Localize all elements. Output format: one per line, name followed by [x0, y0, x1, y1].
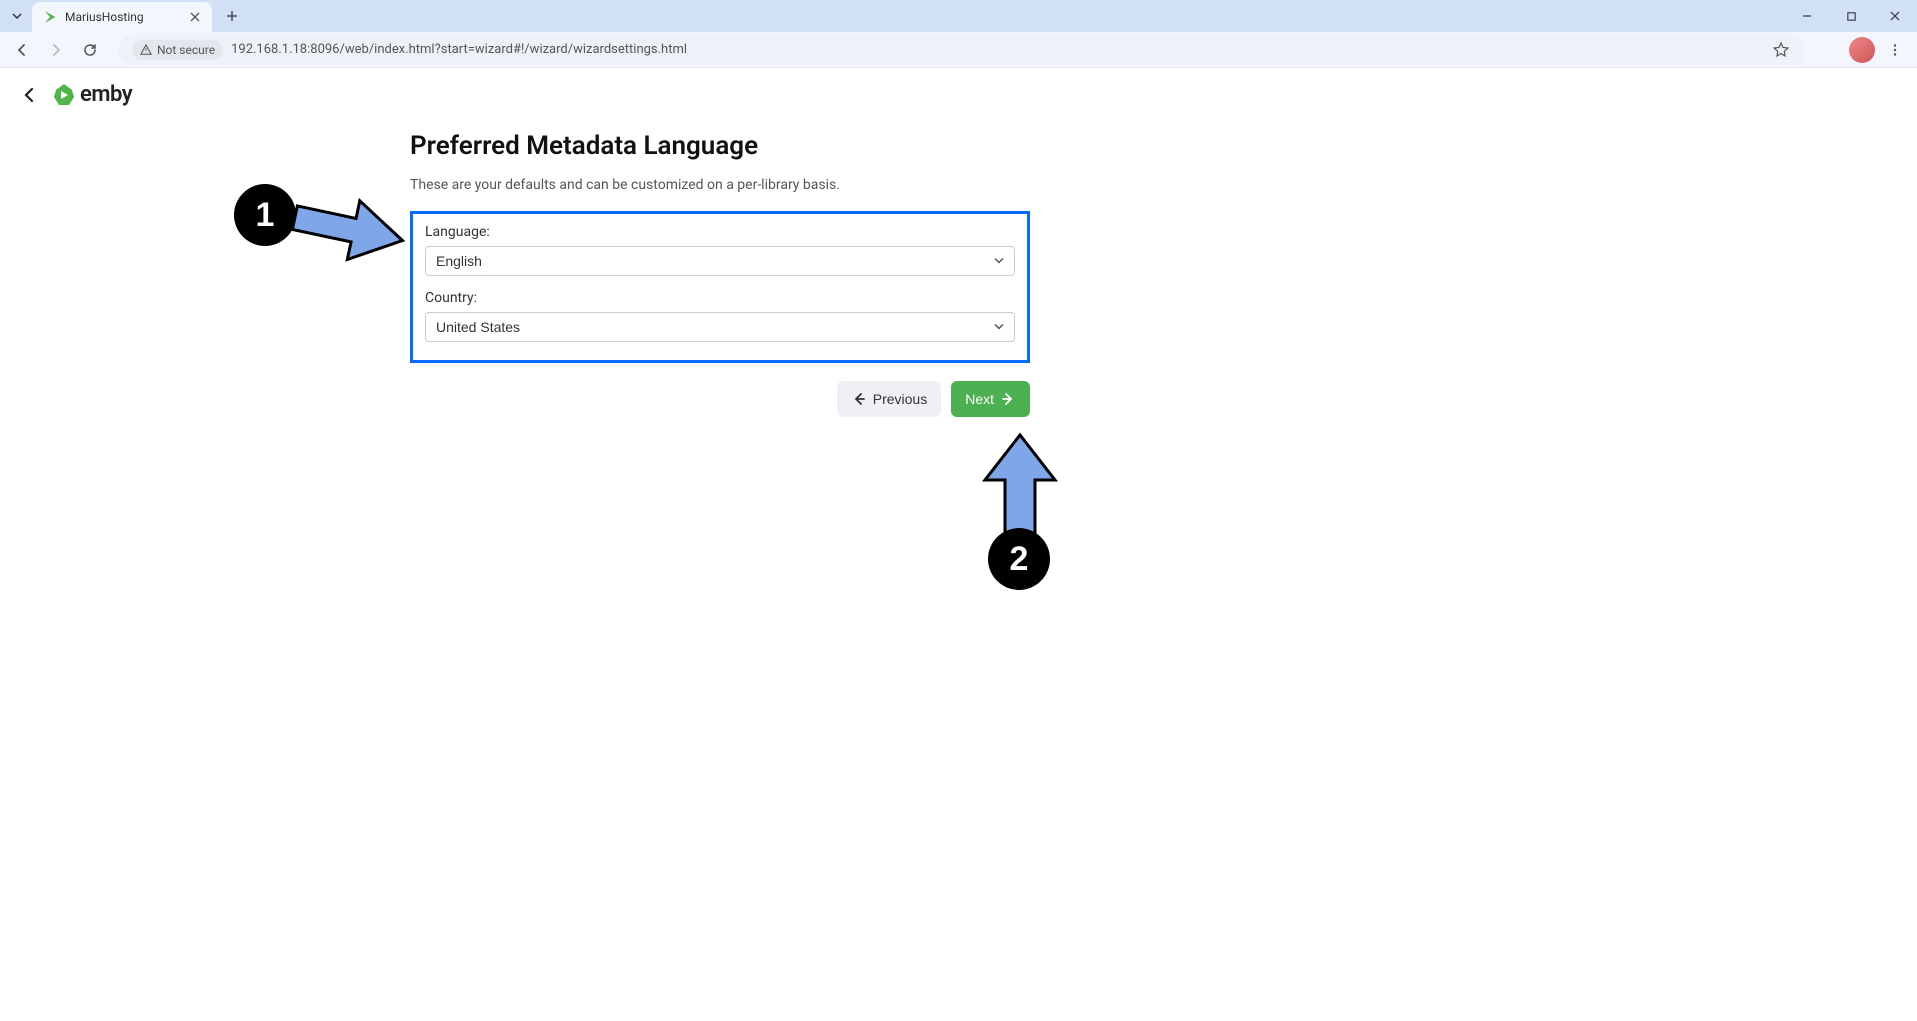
language-label: Language:	[425, 224, 1015, 240]
language-field-group: Language: English	[425, 224, 1015, 276]
window-minimize-button[interactable]	[1785, 0, 1829, 32]
page-content: emby Preferred Metadata Language These a…	[0, 68, 1917, 1021]
annotation-step-1: 1	[234, 176, 414, 280]
nav-back-button[interactable]	[8, 36, 36, 64]
previous-label: Previous	[873, 391, 927, 407]
emby-logo[interactable]: emby	[52, 82, 132, 107]
tab-list-dropdown[interactable]	[8, 7, 26, 25]
wizard-actions: Previous Next	[410, 381, 1030, 417]
url-text: 192.168.1.18:8096/web/index.html?start=w…	[231, 42, 1763, 57]
next-button[interactable]: Next	[951, 381, 1030, 417]
next-label: Next	[965, 391, 994, 407]
emby-logo-icon	[52, 83, 76, 107]
address-bar-row: Not secure 192.168.1.18:8096/web/index.h…	[0, 32, 1917, 68]
annotation-step-2-number: 2	[1010, 540, 1029, 579]
arrow-left-icon	[14, 42, 30, 58]
country-select[interactable]: United States	[425, 312, 1015, 342]
nav-reload-button[interactable]	[76, 36, 104, 64]
annotation-step-2: 2	[970, 430, 1070, 554]
previous-button[interactable]: Previous	[837, 381, 941, 417]
profile-avatar[interactable]	[1849, 37, 1875, 63]
emby-logo-text: emby	[80, 82, 132, 107]
tab-title: MariusHosting	[65, 10, 181, 24]
arrow-right-icon	[1000, 391, 1016, 407]
star-icon	[1773, 42, 1789, 58]
maximize-icon	[1846, 11, 1857, 22]
tab-close-button[interactable]	[188, 10, 202, 24]
bookmark-button[interactable]	[1771, 40, 1791, 60]
reload-icon	[82, 42, 98, 58]
language-select[interactable]: English	[425, 246, 1015, 276]
browser-menu-button[interactable]	[1881, 36, 1909, 64]
window-close-button[interactable]	[1873, 0, 1917, 32]
annotated-highlight-box: Language: English Country: United States	[410, 211, 1030, 363]
chevron-left-icon	[20, 85, 40, 105]
page-header: emby	[0, 68, 1917, 121]
window-controls	[1785, 0, 1917, 32]
wizard-container: Preferred Metadata Language These are yo…	[390, 131, 1050, 417]
window-maximize-button[interactable]	[1829, 0, 1873, 32]
security-chip[interactable]: Not secure	[132, 40, 223, 60]
warning-icon	[140, 44, 152, 56]
minimize-icon	[1801, 10, 1813, 22]
arrow-left-icon	[851, 391, 867, 407]
browser-chrome: MariusHosting	[0, 0, 1917, 68]
address-bar[interactable]: Not secure 192.168.1.18:8096/web/index.h…	[118, 35, 1805, 65]
security-label: Not secure	[157, 43, 215, 57]
arrow-right-icon	[48, 42, 64, 58]
page-description: These are your defaults and can be custo…	[410, 177, 1030, 193]
close-icon	[1889, 10, 1901, 22]
annotation-step-1-number: 1	[256, 196, 275, 235]
nav-forward-button[interactable]	[42, 36, 70, 64]
tab-bar: MariusHosting	[0, 0, 1917, 32]
page-title: Preferred Metadata Language	[410, 131, 1030, 161]
new-tab-button[interactable]	[218, 2, 246, 30]
close-icon	[190, 12, 200, 22]
plus-icon	[226, 10, 238, 22]
tab-favicon	[42, 9, 58, 25]
app-back-button[interactable]	[18, 83, 42, 107]
browser-tab[interactable]: MariusHosting	[32, 2, 212, 32]
country-label: Country:	[425, 290, 1015, 306]
country-field-group: Country: United States	[425, 290, 1015, 342]
kebab-icon	[1888, 43, 1902, 57]
chevron-down-icon	[11, 10, 23, 22]
